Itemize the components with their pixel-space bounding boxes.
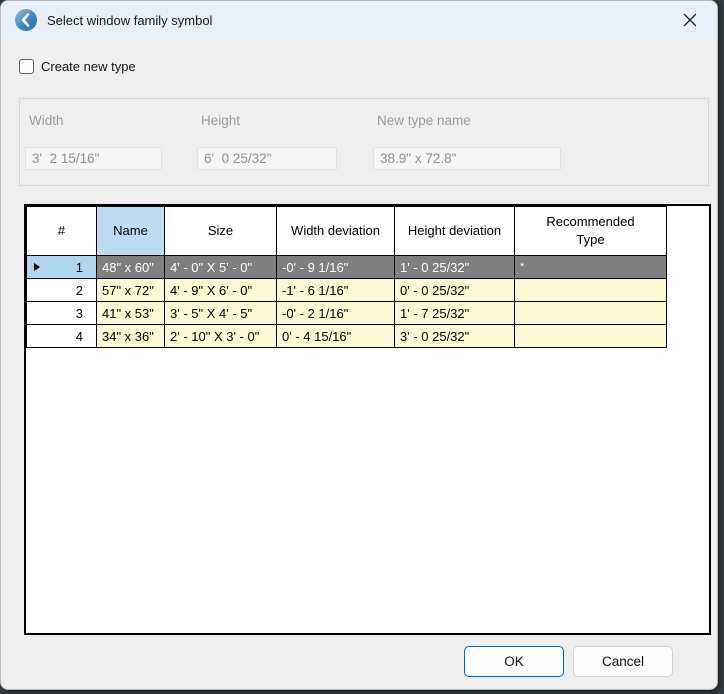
row-number-cell[interactable]: 4 [27, 325, 97, 348]
cell-recommended-type[interactable] [515, 279, 667, 302]
new-type-name-label: New type name [377, 113, 471, 128]
width-label: Width [29, 113, 64, 128]
app-back-arrow-icon [15, 9, 37, 31]
screen: Select window family symbol Create new t… [0, 0, 724, 694]
cell-recommended-type[interactable] [515, 302, 667, 325]
cell-height-deviation[interactable]: 1' - 0 25/32" [395, 256, 515, 279]
height-label: Height [201, 113, 240, 128]
column-header[interactable]: Name [97, 207, 165, 256]
cell-name[interactable]: 41" x 53" [97, 302, 165, 325]
symbols-table: #NameSizeWidth deviationHeight deviation… [26, 206, 667, 348]
create-new-type-label: Create new type [41, 59, 136, 74]
column-header[interactable]: # [27, 207, 97, 256]
width-field-group: Width 3' 2 15/16" [25, 99, 162, 185]
column-header[interactable]: Size [165, 207, 277, 256]
create-new-type-checkbox[interactable] [19, 59, 34, 74]
new-type-name-field-group: New type name 38.9" x 72.8" [373, 99, 561, 185]
table-row[interactable]: 341" x 53"3' - 5" X 4' - 5"-0' - 2 1/16"… [27, 302, 667, 325]
table-row[interactable]: 257" x 72"4' - 9" X 6' - 0"-1' - 6 1/16"… [27, 279, 667, 302]
cell-height-deviation[interactable]: 3' - 0 25/32" [395, 325, 515, 348]
cell-width-deviation[interactable]: -1' - 6 1/16" [277, 279, 395, 302]
cancel-button[interactable]: Cancel [573, 646, 673, 677]
column-header[interactable]: Recommended Type [515, 207, 667, 256]
cell-height-deviation[interactable]: 1' - 7 25/32" [395, 302, 515, 325]
height-field-group: Height 6' 0 25/32" [197, 99, 337, 185]
table-container: #NameSizeWidth deviationHeight deviation… [24, 204, 711, 635]
column-header[interactable]: Height deviation [395, 207, 515, 256]
dimensions-panel: Width 3' 2 15/16" Height 6' 0 25/32" New… [19, 98, 709, 186]
cell-size[interactable]: 4' - 0" X 5' - 0" [165, 256, 277, 279]
grid-body: 148" x 60"4' - 0" X 5' - 0"-0' - 9 1/16"… [27, 256, 667, 348]
title-bar[interactable]: Select window family symbol [1, 1, 717, 39]
cell-width-deviation[interactable]: -0' - 2 1/16" [277, 302, 395, 325]
column-header[interactable]: Width deviation [277, 207, 395, 256]
table-row[interactable]: 148" x 60"4' - 0" X 5' - 0"-0' - 9 1/16"… [27, 256, 667, 279]
close-icon[interactable] [679, 9, 701, 31]
cell-size[interactable]: 4' - 9" X 6' - 0" [165, 279, 277, 302]
cell-name[interactable]: 34" x 36" [97, 325, 165, 348]
row-selected-marker-icon [34, 263, 40, 271]
select-window-family-symbol-dialog: Select window family symbol Create new t… [0, 0, 718, 690]
ok-button[interactable]: OK [464, 646, 564, 677]
cell-size[interactable]: 3' - 5" X 4' - 5" [165, 302, 277, 325]
create-new-type-checkbox-row[interactable]: Create new type [19, 59, 136, 74]
cell-name[interactable]: 48" x 60" [97, 256, 165, 279]
cell-recommended-type[interactable] [515, 325, 667, 348]
new-type-name-input[interactable]: 38.9" x 72.8" [373, 147, 561, 170]
cell-height-deviation[interactable]: 0' - 0 25/32" [395, 279, 515, 302]
row-number-cell[interactable]: 1 [27, 256, 97, 279]
row-number-cell[interactable]: 2 [27, 279, 97, 302]
dialog-title: Select window family symbol [47, 13, 212, 28]
width-input[interactable]: 3' 2 15/16" [25, 147, 162, 170]
row-number-cell[interactable]: 3 [27, 302, 97, 325]
cell-size[interactable]: 2' - 10" X 3' - 0" [165, 325, 277, 348]
cell-recommended-type[interactable]: * [515, 256, 667, 279]
height-input[interactable]: 6' 0 25/32" [197, 147, 337, 170]
table-row[interactable]: 434" x 36"2' - 10" X 3' - 0"0' - 4 15/16… [27, 325, 667, 348]
table-header-row: #NameSizeWidth deviationHeight deviation… [27, 207, 667, 256]
cell-name[interactable]: 57" x 72" [97, 279, 165, 302]
cell-width-deviation[interactable]: 0' - 4 15/16" [277, 325, 395, 348]
cell-width-deviation[interactable]: -0' - 9 1/16" [277, 256, 395, 279]
